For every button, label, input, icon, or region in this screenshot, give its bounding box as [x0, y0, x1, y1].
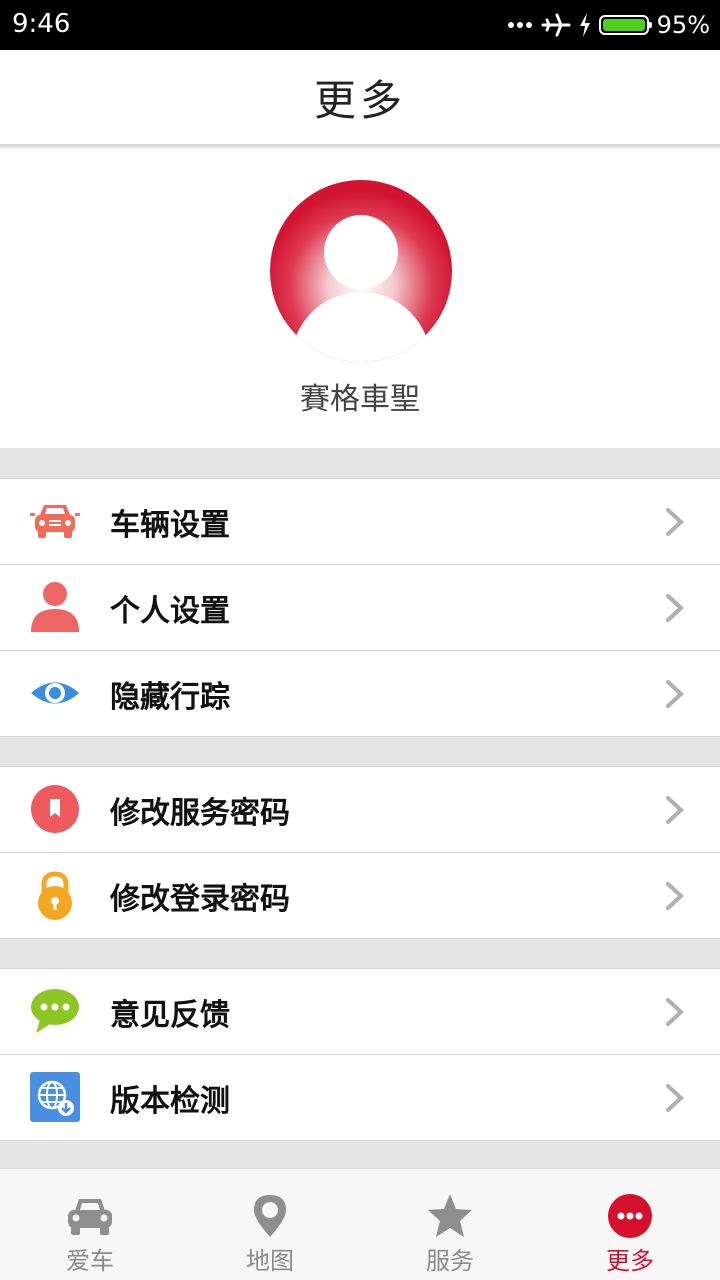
- tab-label: 地图: [246, 1247, 294, 1275]
- chat-bubble-icon: [31, 989, 79, 1033]
- menu-item-change-service-password[interactable]: 修改服务密码: [0, 767, 720, 853]
- person-icon: [31, 582, 79, 632]
- airplane-mode-icon: [541, 13, 571, 37]
- globe-download-icon: [30, 1072, 80, 1122]
- status-time: 9:46: [12, 9, 71, 39]
- tab-label: 服务: [426, 1247, 474, 1275]
- chevron-right-icon: [666, 882, 684, 910]
- car-icon: [68, 1199, 112, 1235]
- avatar[interactable]: [270, 180, 452, 362]
- menu-item-personal-settings[interactable]: 个人设置: [0, 565, 720, 651]
- menu-item-hide-location[interactable]: 隐藏行踪: [0, 651, 720, 737]
- chevron-right-icon: [666, 1084, 684, 1112]
- tab-map[interactable]: 地图: [180, 1169, 360, 1280]
- menu-item-feedback[interactable]: 意见反馈: [0, 969, 720, 1055]
- chevron-right-icon: [666, 796, 684, 824]
- charging-icon: [579, 13, 590, 37]
- menu-item-change-login-password[interactable]: 修改登录密码: [0, 853, 720, 939]
- status-bar: 9:46 95%: [0, 0, 720, 50]
- settings-group-about: 意见反馈 版本检测: [0, 968, 720, 1141]
- lock-icon: [38, 871, 72, 920]
- car-icon: [30, 505, 80, 538]
- tab-more[interactable]: 更多: [540, 1169, 720, 1280]
- settings-group-password: 修改服务密码 修改登录密码: [0, 766, 720, 939]
- battery-percent: 95%: [656, 11, 710, 39]
- page-title: 更多: [313, 75, 406, 125]
- bottom-tab-bar: 爱车 地图 服务 更多: [0, 1168, 720, 1280]
- chevron-right-icon: [666, 594, 684, 622]
- status-icons: 95%: [507, 9, 710, 41]
- more-dots-icon: [507, 22, 532, 28]
- profile-section: 賽格車聖: [0, 148, 720, 448]
- more-icon: [608, 1194, 652, 1238]
- settings-group-vehicle: 车辆设置 个人设置 隐藏行踪: [0, 478, 720, 737]
- battery-icon: [598, 15, 652, 35]
- menu-item-label: 意见反馈: [110, 997, 230, 1033]
- tab-service[interactable]: 服务: [360, 1169, 540, 1280]
- eye-icon: [31, 682, 79, 704]
- menu-item-label: 版本检测: [110, 1083, 230, 1119]
- chevron-right-icon: [666, 998, 684, 1026]
- chevron-right-icon: [666, 508, 684, 536]
- username: 賽格車聖: [300, 382, 420, 417]
- tab-label: 更多: [606, 1247, 654, 1275]
- menu-item-label: 车辆设置: [110, 507, 230, 543]
- menu-item-label: 个人设置: [110, 593, 230, 629]
- menu-item-label: 修改服务密码: [110, 795, 290, 831]
- tab-label: 爱车: [66, 1247, 114, 1275]
- tab-car[interactable]: 爱车: [0, 1169, 180, 1280]
- chevron-right-icon: [666, 680, 684, 708]
- header: 更多: [0, 50, 720, 146]
- menu-item-label: 修改登录密码: [110, 881, 290, 917]
- bookmark-icon: [31, 785, 79, 833]
- menu-item-vehicle-settings[interactable]: 车辆设置: [0, 479, 720, 565]
- star-icon: [428, 1194, 472, 1237]
- menu-item-version-check[interactable]: 版本检测: [0, 1055, 720, 1141]
- menu-item-label: 隐藏行踪: [110, 679, 230, 715]
- map-pin-icon: [254, 1195, 286, 1237]
